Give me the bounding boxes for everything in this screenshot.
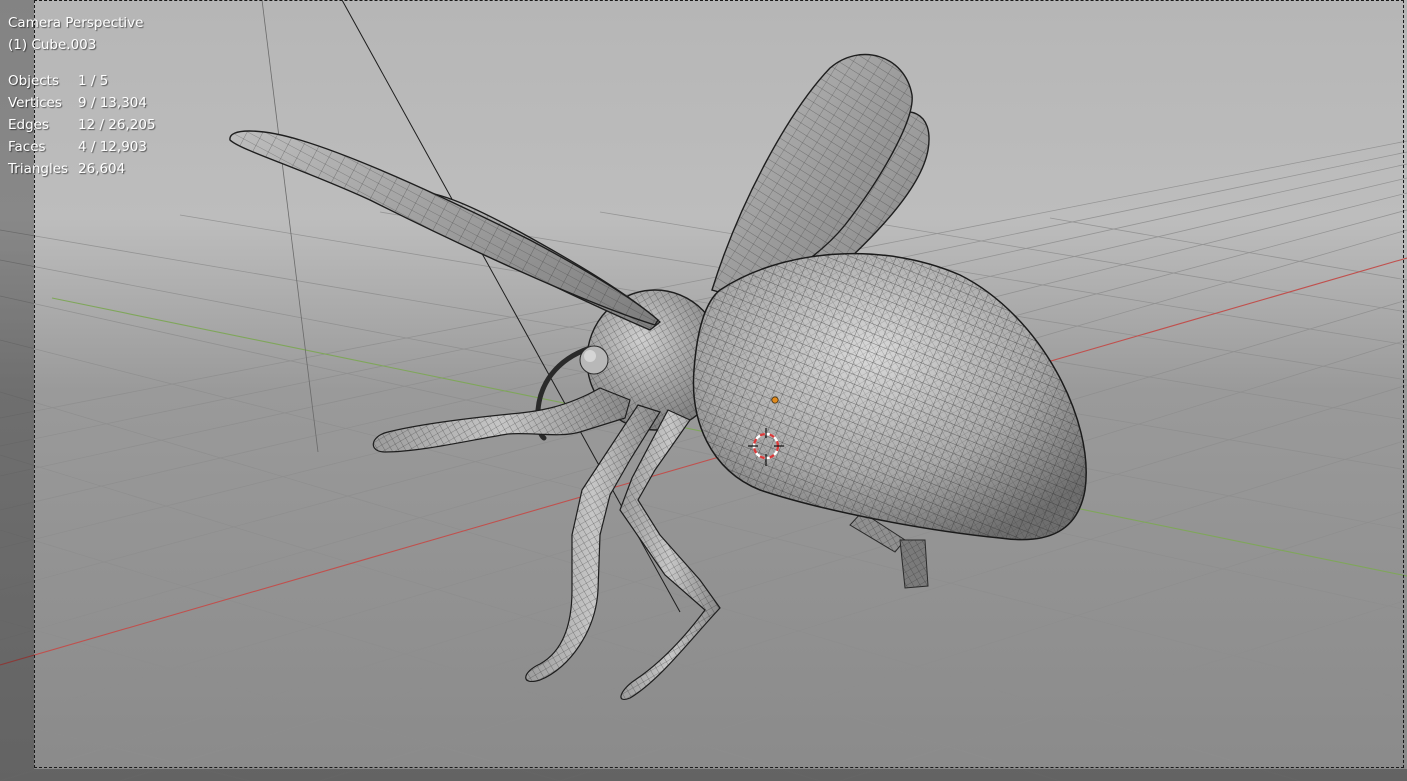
stat-label: Faces [8,139,46,155]
viewport-text-overlay: Camera Perspective (1) Cube.003 Objects … [8,12,156,180]
active-object-name: (1) Cube.003 [8,37,97,53]
stat-label: Vertices [8,95,62,111]
head[interactable] [579,345,609,375]
stat-label: Triangles [8,161,69,177]
stat-row-faces: Faces 4 / 12,903 [8,136,156,158]
stat-value: 12 / 26,205 [78,117,156,133]
stat-value: 9 / 13,304 [78,95,147,111]
stat-label: Objects [8,73,60,89]
statistics: Objects 1 / 5 Vertices 9 / 13,304 Edges … [8,70,156,180]
object-origin-icon [771,396,779,404]
stat-value: 1 / 5 [78,73,109,89]
stat-row-vertices: Vertices 9 / 13,304 [8,92,156,114]
scene-canvas[interactable] [0,0,1407,781]
stat-row-triangles: Triangles 26,604 [8,158,156,180]
3d-viewport[interactable]: Camera Perspective (1) Cube.003 Objects … [0,0,1407,781]
stat-value: 26,604 [78,161,126,177]
stat-row-edges: Edges 12 / 26,205 [8,114,156,136]
view-name: Camera Perspective [8,15,144,31]
stat-row-objects: Objects 1 / 5 [8,70,156,92]
stat-value: 4 / 12,903 [78,139,147,155]
stat-label: Edges [8,117,50,133]
